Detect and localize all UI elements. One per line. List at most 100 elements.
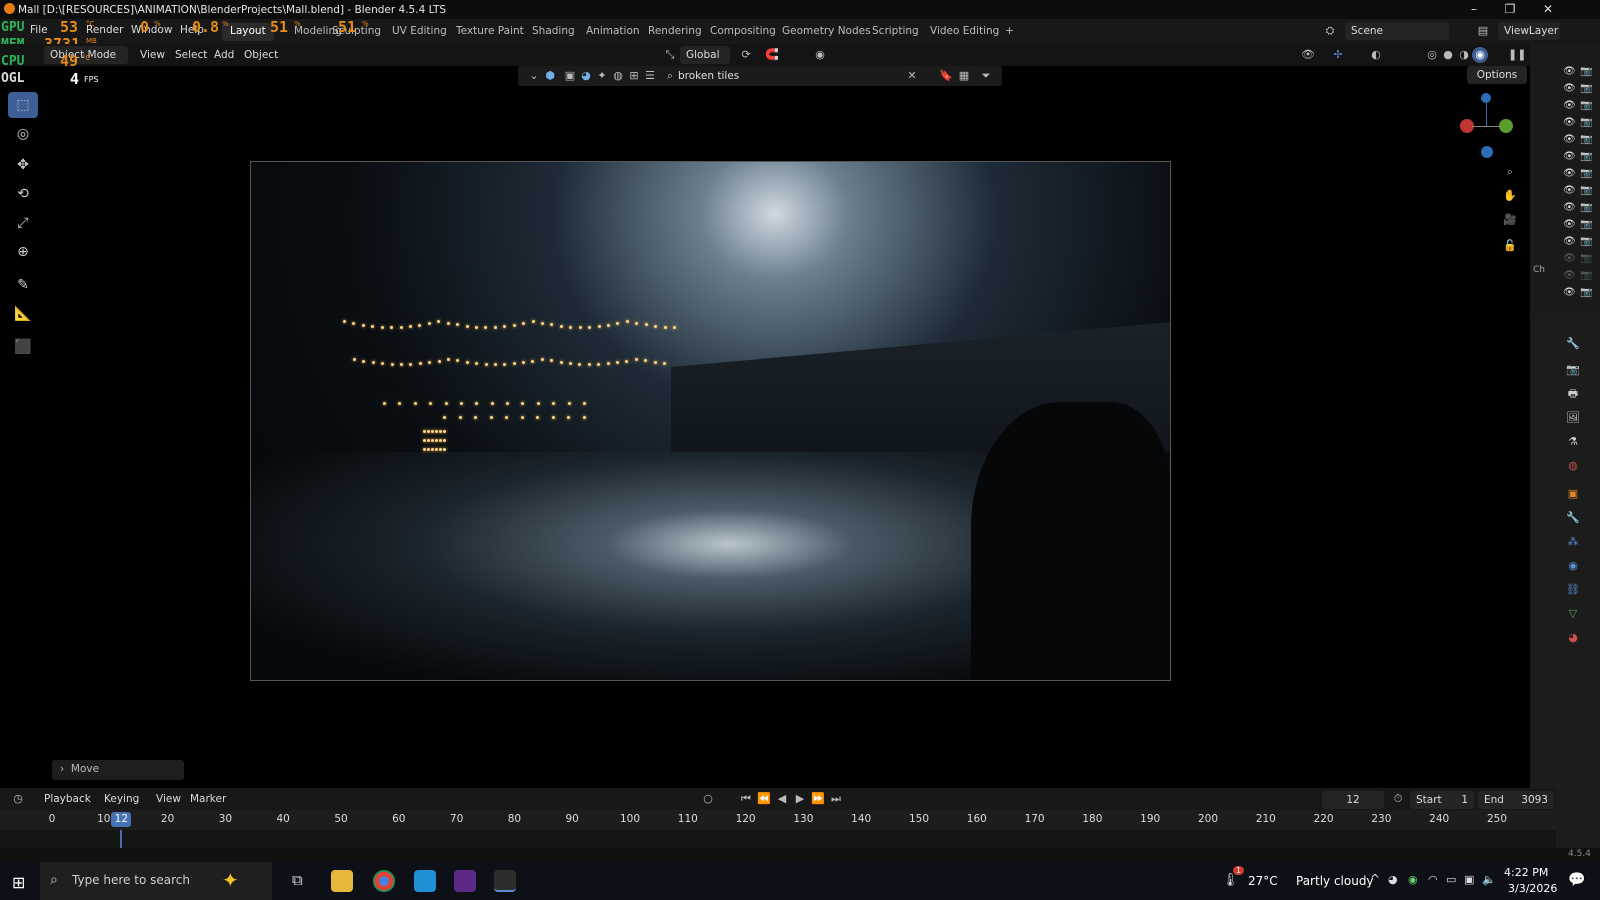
outliner-render-icon[interactable]: 📷	[1580, 168, 1592, 179]
tab-sculpting[interactable]: Sculpting	[324, 23, 389, 41]
other-filter-icon[interactable]: ☰	[642, 68, 658, 84]
funnel-filter-icon[interactable]: ⏷	[978, 68, 994, 84]
windows-start-icon[interactable]: ⊞	[12, 873, 25, 892]
auto-keying-icon[interactable]: ○	[700, 791, 716, 807]
blender-taskbar-icon[interactable]	[494, 870, 516, 892]
weather-icon[interactable]: 🌡	[1222, 873, 1239, 888]
outliner-eye-icon[interactable]: 👁	[1563, 287, 1576, 298]
tool-properties-icon[interactable]: 🔧	[1565, 336, 1581, 352]
proportional-edit-icon[interactable]: ◉	[812, 47, 828, 63]
outliner-render-icon[interactable]: 📷	[1580, 287, 1592, 298]
menu-marker[interactable]: Marker	[190, 793, 226, 805]
timeline-body[interactable]	[0, 830, 1556, 848]
weather-temp[interactable]: 27°C	[1248, 874, 1278, 888]
menu-playback[interactable]: Playback	[44, 793, 91, 805]
lock-icon[interactable]: 🔓	[1502, 238, 1518, 254]
viewport-search-input[interactable]	[678, 68, 906, 84]
clock-date[interactable]: 3/3/2026	[1508, 882, 1557, 895]
options-button[interactable]: Options	[1467, 66, 1527, 84]
outliner-eye-icon[interactable]: 👁	[1563, 117, 1576, 128]
volume-icon[interactable]: 🔈	[1482, 873, 1496, 886]
bookmark-icon[interactable]: 🔖	[938, 68, 954, 84]
gizmo-neg-z-icon[interactable]	[1481, 146, 1493, 158]
overlay-toggle-icon[interactable]: ◐	[1368, 47, 1384, 63]
transform-tool[interactable]: ⊕	[8, 239, 38, 265]
filter-dropdown-icon[interactable]: ⌄	[526, 68, 542, 84]
outliner-render-icon[interactable]: 📷	[1580, 202, 1592, 213]
display-mode-icon[interactable]: ▦	[956, 68, 972, 84]
notifications-icon[interactable]: 💬	[1568, 872, 1585, 888]
tab-texture-paint[interactable]: Texture Paint	[448, 23, 532, 41]
taskbar-search-box[interactable]: ⌕ Type here to search ✦	[40, 862, 272, 900]
pause-render-icon[interactable]: ❚❚	[1508, 47, 1526, 63]
menu-keying[interactable]: Keying	[104, 793, 139, 805]
menu-timeline-view[interactable]: View	[156, 793, 181, 805]
camera-view-icon[interactable]: 🎥	[1502, 212, 1518, 228]
annotate-tool[interactable]: ✎	[8, 272, 38, 298]
menu-object[interactable]: Object	[244, 49, 278, 61]
tab-compositing[interactable]: Compositing	[702, 23, 784, 41]
object-filter-icon[interactable]: ▣	[562, 68, 578, 84]
playhead-line[interactable]	[120, 830, 123, 848]
task-view-icon[interactable]: ⧉	[292, 871, 303, 889]
editor-type-icon[interactable]: ◷	[10, 791, 26, 807]
outliner-render-icon[interactable]: 📷	[1580, 134, 1592, 145]
menu-window[interactable]: Window	[131, 24, 172, 36]
view-layer-properties-icon[interactable]: 🖼	[1565, 410, 1581, 426]
move-tool[interactable]: ✥	[8, 152, 38, 178]
play-reverse-icon[interactable]: ◀	[774, 791, 790, 807]
tab-scripting[interactable]: Scripting	[864, 23, 927, 41]
tab-uv-editing[interactable]: UV Editing	[384, 23, 455, 41]
network-icon[interactable]: ▭	[1446, 873, 1456, 886]
object-properties-icon[interactable]: ▣	[1565, 486, 1581, 502]
chrome-icon[interactable]	[373, 870, 395, 892]
tray-app-icon[interactable]: ◉	[1408, 873, 1418, 886]
outliner-eye-icon[interactable]: 👁	[1563, 100, 1576, 111]
outliner-eye-icon[interactable]: 👁	[1563, 236, 1576, 247]
wifi-icon[interactable]: ◠	[1428, 873, 1438, 886]
select-box-tool[interactable]: ⬚	[8, 92, 38, 118]
pivot-icon[interactable]: ⟳	[738, 47, 754, 63]
restore-button[interactable]: ❐	[1492, 0, 1528, 19]
end-frame-field[interactable]: End 3093	[1478, 791, 1554, 809]
outliner-render-icon[interactable]: 📷	[1580, 151, 1592, 162]
outliner-eye-icon[interactable]: 👁	[1563, 270, 1576, 281]
view-layer-selector[interactable]: ViewLayer	[1498, 22, 1560, 40]
outliner-eye-icon[interactable]: 👁	[1563, 83, 1576, 94]
gizmo-y-axis-icon[interactable]	[1499, 119, 1513, 133]
modifier-properties-icon[interactable]: 🔧	[1565, 510, 1581, 526]
jump-end-icon[interactable]: ⏭	[828, 791, 844, 807]
tab-video-editing[interactable]: Video Editing	[922, 23, 1007, 41]
playhead-frame-label[interactable]: 12	[111, 812, 132, 827]
outliner-render-icon[interactable]: 📷	[1580, 100, 1592, 111]
output-properties-icon[interactable]: 🖶	[1565, 386, 1581, 402]
data-properties-icon[interactable]: ▽	[1565, 606, 1581, 622]
outliner-render-icon[interactable]: 📷	[1580, 236, 1592, 247]
jump-keyframe-back-icon[interactable]: ⏪	[756, 791, 772, 807]
scale-tool[interactable]: ⤢	[8, 210, 38, 236]
cursor-tool[interactable]: ◎	[8, 121, 38, 147]
outliner-eye-icon[interactable]: 👁	[1563, 219, 1576, 230]
tab-animation[interactable]: Animation	[578, 23, 648, 41]
tab-rendering[interactable]: Rendering	[640, 23, 710, 41]
menu-view[interactable]: View	[140, 49, 165, 61]
tray-chrome-icon[interactable]: ◕	[1388, 873, 1398, 886]
file-explorer-icon[interactable]	[331, 870, 353, 892]
solid-shading-icon[interactable]: ●	[1440, 47, 1456, 63]
jump-start-icon[interactable]: ⏮	[738, 791, 754, 807]
measure-tool[interactable]: 📐	[8, 301, 38, 327]
outliner-eye-icon[interactable]: 👁	[1563, 151, 1576, 162]
tab-shading[interactable]: Shading	[524, 23, 583, 41]
outliner-render-icon[interactable]: 📷	[1580, 83, 1592, 94]
tab-layout[interactable]: Layout	[222, 23, 274, 41]
light-filter-icon[interactable]: ✦	[594, 68, 610, 84]
empty-filter-icon[interactable]: ⊞	[626, 68, 642, 84]
tab-geometry-nodes[interactable]: Geometry Nodes	[774, 23, 879, 41]
render-properties-icon[interactable]: 📷	[1565, 362, 1581, 378]
zoom-icon[interactable]: ⌕	[1502, 164, 1518, 180]
weather-desc[interactable]: Partly cloudy	[1296, 874, 1374, 888]
world-properties-icon[interactable]: ◍	[1565, 458, 1581, 474]
particle-properties-icon[interactable]: ⁂	[1565, 534, 1581, 550]
jump-keyframe-forward-icon[interactable]: ⏩	[810, 791, 826, 807]
physics-properties-icon[interactable]: ◉	[1565, 558, 1581, 574]
